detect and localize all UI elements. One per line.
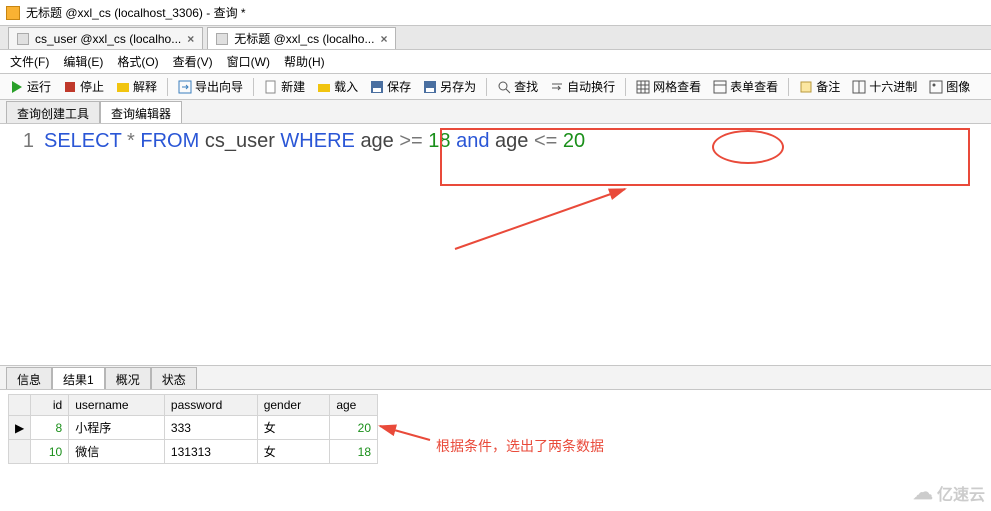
tab-query-builder[interactable]: 查询创建工具	[6, 101, 100, 123]
saveas-icon	[423, 80, 437, 94]
cell-id[interactable]: 10	[31, 440, 69, 464]
image-icon	[929, 80, 943, 94]
folder-icon	[116, 80, 130, 94]
formview-button[interactable]: 表单查看	[709, 76, 782, 97]
export-icon	[178, 80, 192, 94]
menu-window[interactable]: 窗口(W)	[227, 53, 270, 70]
tab-result1[interactable]: 结果1	[52, 367, 105, 389]
cell-username[interactable]: 小程序	[69, 416, 165, 440]
play-icon	[10, 80, 24, 94]
sql-editor[interactable]: 1SELECT * FROM cs_user WHERE age >= 18 a…	[0, 124, 991, 366]
hex-icon	[852, 80, 866, 94]
annotation-arrow-icon	[450, 184, 650, 254]
search-icon	[497, 80, 511, 94]
watermark: ☁ 亿速云	[913, 480, 985, 505]
annotation-circle	[712, 130, 784, 164]
new-button[interactable]: 新建	[260, 76, 309, 97]
col-gender[interactable]: gender	[257, 395, 330, 416]
table-row[interactable]: ▶ 8 小程序 333 女 20	[9, 416, 378, 440]
tab-status[interactable]: 状态	[151, 367, 197, 389]
file-tab-label: 无标题 @xxl_cs (localho...	[234, 30, 374, 47]
close-icon[interactable]: ×	[380, 32, 387, 46]
wrap-icon	[550, 80, 564, 94]
note-icon	[799, 80, 813, 94]
cell-gender[interactable]: 女	[257, 416, 330, 440]
menu-bar: 文件(F) 编辑(E) 格式(O) 查看(V) 窗口(W) 帮助(H)	[0, 50, 991, 74]
watermark-text: 亿速云	[937, 481, 985, 505]
wrap-button[interactable]: 自动换行	[546, 76, 619, 97]
menu-file[interactable]: 文件(F)	[10, 53, 49, 70]
menu-edit[interactable]: 编辑(E)	[63, 53, 103, 70]
cell-gender[interactable]: 女	[257, 440, 330, 464]
stop-icon	[63, 80, 77, 94]
find-button[interactable]: 查找	[493, 76, 542, 97]
menu-format[interactable]: 格式(O)	[117, 53, 158, 70]
result-tabs: 信息 结果1 概况 状态	[0, 366, 991, 390]
image-button[interactable]: 图像	[925, 76, 974, 97]
close-icon[interactable]: ×	[187, 32, 194, 46]
separator	[486, 78, 487, 96]
file-tab-label: cs_user @xxl_cs (localho...	[35, 32, 181, 46]
col-id[interactable]: id	[31, 395, 69, 416]
save-button[interactable]: 保存	[366, 76, 415, 97]
row-pointer	[9, 440, 31, 464]
annotation-text: 根据条件，选出了两条数据	[436, 436, 604, 456]
query-subtabs: 查询创建工具 查询编辑器	[0, 100, 991, 124]
new-icon	[264, 80, 278, 94]
col-age[interactable]: age	[330, 395, 378, 416]
table-icon	[17, 33, 29, 45]
col-password[interactable]: password	[164, 395, 257, 416]
title-bar: 无标题 @xxl_cs (localhost_3306) - 查询 *	[0, 0, 991, 26]
cell-id[interactable]: 8	[31, 416, 69, 440]
menu-help[interactable]: 帮助(H)	[284, 53, 325, 70]
load-button[interactable]: 载入	[313, 76, 362, 97]
run-button[interactable]: 运行	[6, 76, 55, 97]
stop-button[interactable]: 停止	[59, 76, 108, 97]
window-title: 无标题 @xxl_cs (localhost_3306) - 查询 *	[26, 4, 246, 21]
cell-age[interactable]: 18	[330, 440, 378, 464]
file-tabs: cs_user @xxl_cs (localho... × 无标题 @xxl_c…	[0, 26, 991, 50]
line-number: 1	[8, 130, 44, 153]
tab-profile[interactable]: 概况	[105, 367, 151, 389]
table-header-row: id username password gender age	[9, 395, 378, 416]
tab-info[interactable]: 信息	[6, 367, 52, 389]
table-row[interactable]: 10 微信 131313 女 18	[9, 440, 378, 464]
file-tab-cs-user[interactable]: cs_user @xxl_cs (localho... ×	[8, 27, 203, 49]
export-button[interactable]: 导出向导	[174, 76, 247, 97]
save-icon	[370, 80, 384, 94]
grid-icon	[636, 80, 650, 94]
toolbar: 运行 停止 解释 导出向导 新建 载入 保存 另存为 查找 自动换行 网格查看 …	[0, 74, 991, 100]
note-button[interactable]: 备注	[795, 76, 844, 97]
result-grid[interactable]: id username password gender age ▶ 8 小程序 …	[8, 394, 378, 464]
separator	[625, 78, 626, 96]
hex-button[interactable]: 十六进制	[848, 76, 921, 97]
form-icon	[713, 80, 727, 94]
annotation-box	[440, 128, 970, 186]
gridview-button[interactable]: 网格查看	[632, 76, 705, 97]
row-pointer-header	[9, 395, 31, 416]
explain-button[interactable]: 解释	[112, 76, 161, 97]
query-icon	[216, 33, 228, 45]
cloud-icon: ☁	[913, 480, 933, 505]
cell-password[interactable]: 131313	[164, 440, 257, 464]
app-icon	[6, 6, 20, 20]
cell-age[interactable]: 20	[330, 416, 378, 440]
row-pointer: ▶	[9, 416, 31, 440]
saveas-button[interactable]: 另存为	[419, 76, 480, 97]
separator	[167, 78, 168, 96]
col-username[interactable]: username	[69, 395, 165, 416]
separator	[253, 78, 254, 96]
annotation-arrow-icon	[375, 418, 435, 448]
file-tab-query[interactable]: 无标题 @xxl_cs (localho... ×	[207, 27, 396, 49]
separator	[788, 78, 789, 96]
tab-query-editor[interactable]: 查询编辑器	[100, 101, 182, 123]
open-icon	[317, 80, 331, 94]
cell-username[interactable]: 微信	[69, 440, 165, 464]
cell-password[interactable]: 333	[164, 416, 257, 440]
menu-view[interactable]: 查看(V)	[173, 53, 213, 70]
